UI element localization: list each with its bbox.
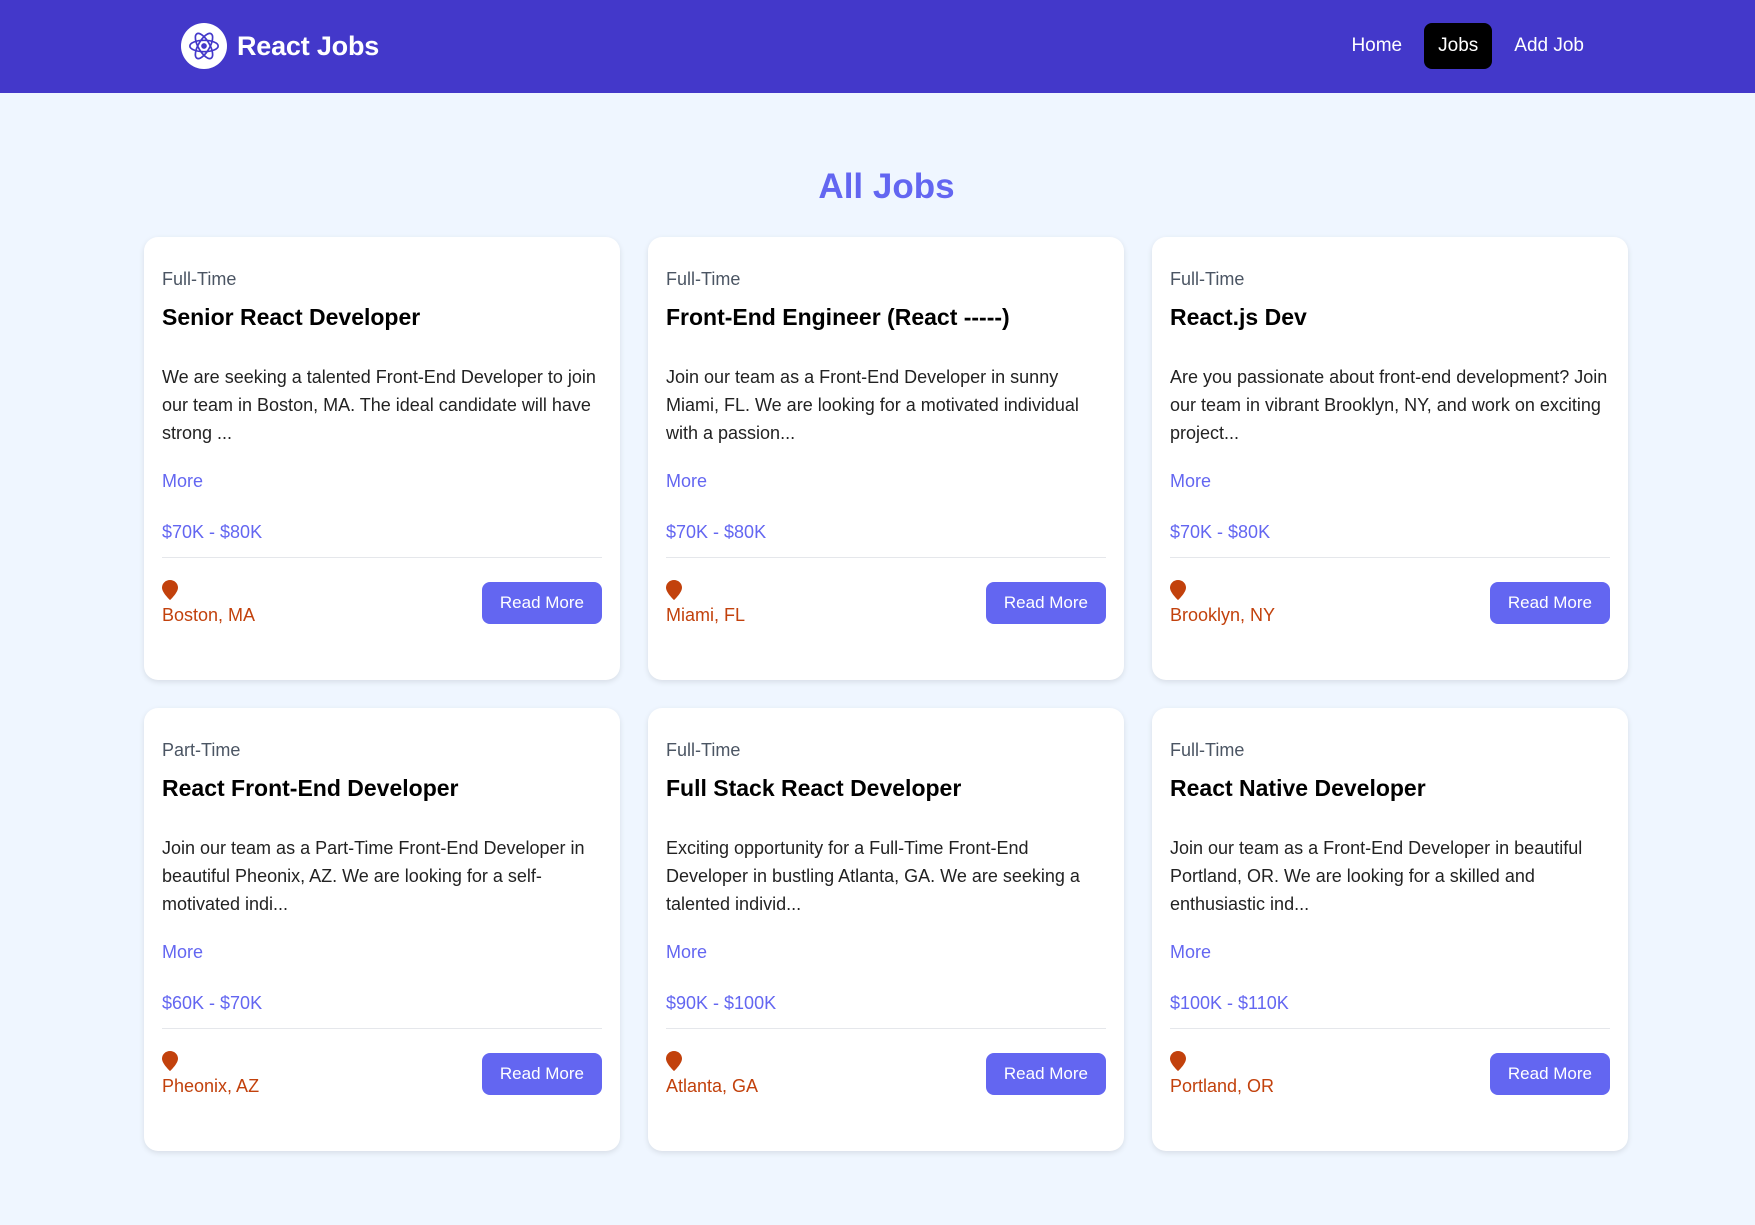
brand-name: React Jobs [237, 30, 380, 61]
read-more-button[interactable]: Read More [985, 1053, 1106, 1095]
job-location: Miami, FL [666, 580, 745, 626]
brand-link[interactable]: React Jobs [181, 23, 379, 69]
job-location: Atlanta, GA [666, 1051, 758, 1097]
card-divider [1170, 1028, 1610, 1029]
job-salary: $70K - $80K [666, 522, 767, 542]
more-link[interactable]: More [1170, 471, 1211, 492]
job-title: Full Stack React Developer [666, 775, 962, 801]
job-type: Part-Time [162, 740, 241, 760]
job-description: We are seeking a talented Front-End Deve… [162, 367, 596, 443]
read-more-button[interactable]: Read More [481, 1053, 602, 1095]
card-divider [162, 1028, 602, 1029]
job-location: Boston, MA [162, 580, 255, 626]
map-marker-icon [1170, 580, 1186, 600]
job-description: Exciting opportunity for a Full-Time Fro… [666, 838, 1080, 914]
location-text: Atlanta, GA [666, 1076, 759, 1096]
nav-link-jobs[interactable]: Jobs [1424, 23, 1493, 69]
map-marker-icon [666, 580, 682, 600]
job-type: Full-Time [1170, 740, 1245, 760]
nav-link-home[interactable]: Home [1337, 23, 1416, 69]
job-description: Join our team as a Front-End Developer i… [666, 367, 1079, 443]
map-marker-icon [666, 1051, 682, 1071]
card-divider [1170, 557, 1610, 558]
job-type: Full-Time [1170, 269, 1245, 289]
more-link[interactable]: More [162, 471, 203, 492]
read-more-button[interactable]: Read More [1489, 582, 1610, 624]
job-salary: $90K - $100K [666, 993, 777, 1013]
map-marker-icon [162, 580, 178, 600]
nav-link-add-job[interactable]: Add Job [1500, 23, 1598, 69]
job-type: Full-Time [666, 740, 741, 760]
job-location: Brooklyn, NY [1170, 580, 1275, 626]
job-type: Full-Time [162, 269, 237, 289]
card-divider [666, 1028, 1106, 1029]
react-atom-icon [181, 23, 227, 69]
more-link[interactable]: More [666, 471, 707, 492]
location-text: Miami, FL [666, 605, 746, 625]
job-title: React Native Developer [1170, 775, 1426, 801]
navbar: React Jobs Home Jobs Add Job [0, 0, 1755, 93]
job-location: Portland, OR [1170, 1051, 1274, 1097]
job-title: Front-End Engineer (React -----) [666, 304, 1010, 330]
more-link[interactable]: More [666, 942, 707, 963]
nav-links: Home Jobs Add Job [1337, 23, 1598, 69]
read-more-button[interactable]: Read More [1489, 1053, 1610, 1095]
job-description: Join our team as a Part-Time Front-End D… [162, 838, 585, 914]
job-title: React.js Dev [1170, 304, 1307, 330]
job-card: Full-Time React Native Developer Join ou… [1152, 708, 1628, 1151]
job-title: React Front-End Developer [162, 775, 459, 801]
job-card: Full-Time Full Stack React Developer Exc… [648, 708, 1124, 1151]
more-link[interactable]: More [162, 942, 203, 963]
location-text: Portland, OR [1170, 1076, 1275, 1096]
job-card: Full-Time Front-End Engineer (React ----… [648, 237, 1124, 680]
read-more-button[interactable]: Read More [481, 582, 602, 624]
job-card: Full-Time React.js Dev Are you passionat… [1152, 237, 1628, 680]
job-salary: $100K - $110K [1170, 993, 1289, 1013]
job-listings-grid: Full-Time Senior React Developer We are … [144, 237, 1629, 1151]
card-divider [162, 557, 602, 558]
location-text: Boston, MA [162, 605, 256, 625]
more-link[interactable]: More [1170, 942, 1211, 963]
job-location: Pheonix, AZ [162, 1051, 259, 1097]
map-marker-icon [162, 1051, 178, 1071]
job-type: Full-Time [666, 269, 741, 289]
map-marker-icon [1170, 1051, 1186, 1071]
job-description: Join our team as a Front-End Developer i… [1170, 838, 1583, 914]
card-divider [666, 557, 1106, 558]
page-title: All Jobs [818, 167, 955, 206]
job-title: Senior React Developer [162, 304, 421, 330]
job-card: Part-Time React Front-End Developer Join… [144, 708, 620, 1151]
location-text: Pheonix, AZ [162, 1076, 260, 1096]
location-text: Brooklyn, NY [1170, 605, 1276, 625]
job-salary: $70K - $80K [1170, 522, 1271, 542]
read-more-button[interactable]: Read More [985, 582, 1106, 624]
job-salary: $70K - $80K [162, 522, 263, 542]
job-description: Are you passionate about front-end devel… [1170, 367, 1608, 443]
job-card: Full-Time Senior React Developer We are … [144, 237, 620, 680]
job-salary: $60K - $70K [162, 993, 263, 1013]
